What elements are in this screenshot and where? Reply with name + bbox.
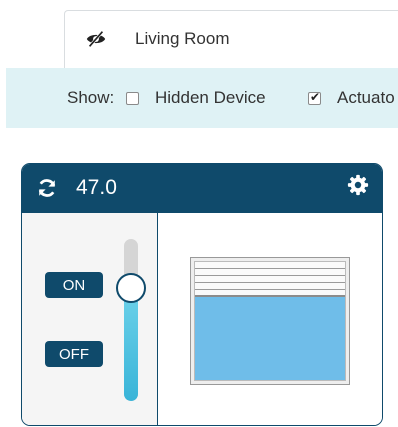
show-label: Show: [67, 88, 115, 107]
actuator-checkbox[interactable]: ✔ [308, 90, 321, 105]
preview-pane [158, 213, 382, 425]
off-button[interactable]: OFF [45, 341, 103, 367]
shutter-slats [195, 262, 345, 298]
refresh-icon[interactable] [36, 177, 58, 199]
window-glass [195, 297, 345, 380]
tab-living-room[interactable]: Living Room [64, 10, 398, 68]
eye-slash-icon [86, 30, 106, 48]
filter-bar: Show: Hidden Device ✔ Actuato [6, 68, 398, 128]
window-pane [194, 261, 346, 381]
control-pane: ON OFF [22, 213, 158, 425]
on-button[interactable]: ON [45, 272, 103, 298]
device-card-body: ON OFF [22, 213, 382, 425]
hidden-device-checkbox[interactable] [126, 92, 139, 105]
level-slider-fill [124, 287, 138, 401]
device-card: 47.0 ON OFF [21, 163, 383, 426]
checkmark-icon: ✔ [310, 90, 321, 104]
level-slider-track[interactable] [124, 239, 138, 401]
gear-icon[interactable] [347, 174, 369, 196]
actuator-label[interactable]: Actuato [337, 88, 395, 108]
hidden-device-label[interactable]: Hidden Device [155, 88, 266, 108]
device-card-header: 47.0 [22, 164, 382, 213]
tab-bar: Living Room [0, 0, 398, 68]
window-illustration [190, 257, 350, 385]
tab-label: Living Room [135, 29, 230, 48]
level-slider-thumb[interactable] [116, 272, 146, 303]
device-value: 47.0 [76, 176, 117, 199]
